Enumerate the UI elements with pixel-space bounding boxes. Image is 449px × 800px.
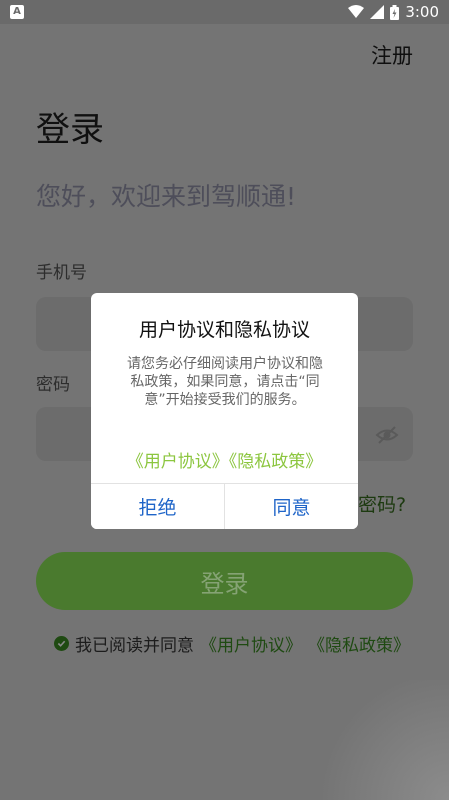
wifi-icon: [348, 5, 365, 18]
battery-icon: [390, 4, 400, 20]
register-link[interactable]: 注册: [371, 40, 413, 70]
agreement-row: 我已阅读并同意 《用户协议》 《隐私政策》: [54, 631, 410, 656]
status-bar: A 3:00: [0, 0, 449, 24]
clock: 3:00: [405, 3, 439, 21]
agree-button[interactable]: 同意: [224, 484, 358, 529]
agreement-dialog: 用户协议和隐私协议 请您务必仔细阅读用户协议和隐私政策，如果同意，请点击“同意”…: [91, 293, 358, 529]
status-icons: 3:00: [348, 3, 439, 21]
dialog-actions: 拒绝 同意: [91, 483, 358, 529]
page-title: 登录: [36, 110, 104, 150]
phone-label: 手机号: [36, 263, 87, 283]
user-agreement-link[interactable]: 《用户协议》: [200, 631, 302, 656]
dialog-body: 请您务必仔细阅读用户协议和隐私政策，如果同意，请点击“同意”开始接受我们的服务。: [127, 356, 323, 408]
dialog-title: 用户协议和隐私协议: [138, 319, 310, 341]
reject-button[interactable]: 拒绝: [91, 484, 224, 529]
forgot-password-link[interactable]: 密码?: [358, 490, 406, 517]
agree-checkbox[interactable]: [54, 635, 69, 651]
hide-password-icon[interactable]: [375, 423, 399, 447]
notification-icon: A: [10, 5, 24, 19]
dialog-policy-links[interactable]: 《用户协议》《隐私政策》: [91, 447, 358, 472]
password-label: 密码: [36, 375, 70, 395]
login-button[interactable]: 登录: [36, 552, 413, 610]
privacy-policy-link[interactable]: 《隐私政策》: [308, 631, 410, 656]
check-icon: [57, 640, 66, 647]
welcome-text: 您好，欢迎来到驾顺通!: [36, 182, 297, 211]
agree-text: 我已阅读并同意: [75, 635, 194, 656]
signal-icon: [370, 5, 385, 19]
